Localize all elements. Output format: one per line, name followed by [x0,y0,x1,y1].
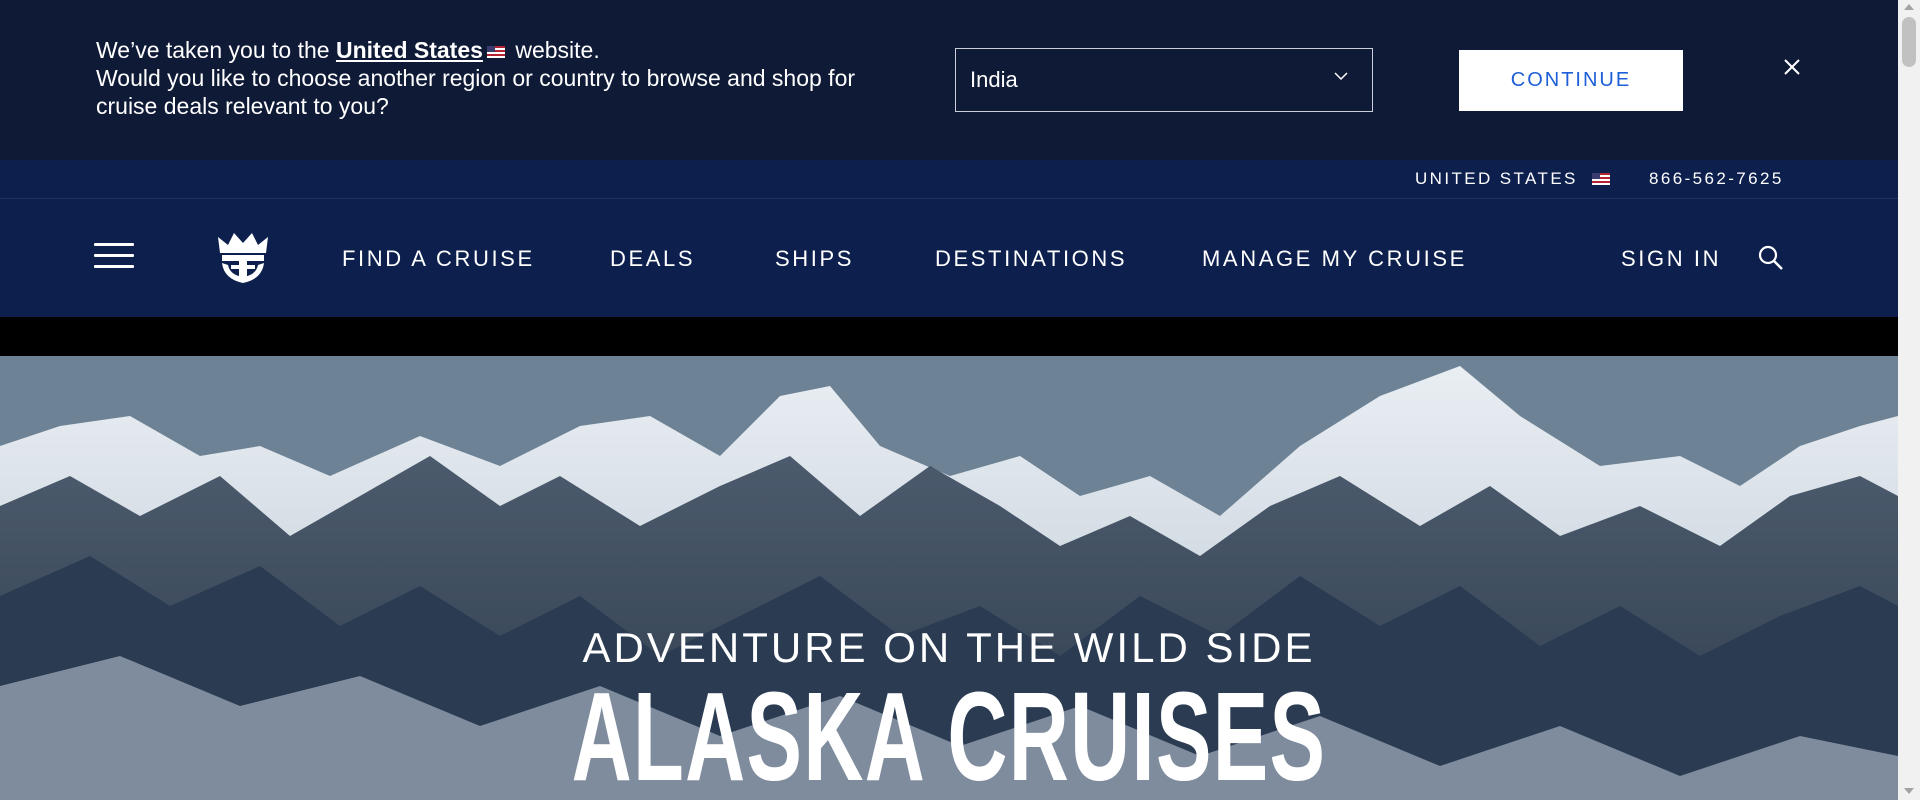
scroll-up-arrow-icon[interactable] [1904,4,1914,10]
nav-deals[interactable]: DEALS [610,246,695,272]
hero-subtitle: ADVENTURE ON THE WILD SIDE [582,624,1316,671]
nav-manage-my-cruise[interactable]: MANAGE MY CRUISE [1202,246,1467,272]
search-icon[interactable] [1758,245,1784,271]
close-icon[interactable] [1782,57,1802,77]
region-message-line2: Would you like to choose another region … [96,65,856,119]
hero-top-strip [0,317,1898,356]
nav-ships[interactable]: SHIPS [775,246,854,272]
region-message-line1: We’ve taken you to the United States web… [96,36,916,64]
nav-find-a-cruise[interactable]: FIND A CRUISE [342,246,535,272]
united-states-link[interactable]: United States [336,37,483,63]
region-banner: We’ve taken you to the United States web… [0,0,1898,160]
hamburger-menu-icon[interactable] [94,241,134,271]
scrollbar[interactable] [1898,0,1920,800]
region-message-suffix: website. [515,37,600,63]
scroll-down-arrow-icon[interactable] [1904,788,1914,794]
hero-banner: ADVENTURE ON THE WILD SIDE ALASKA CRUISE… [0,356,1898,800]
us-flag-icon [1591,173,1610,185]
utility-bar: UNITED STATES 866-562-7625 [0,160,1898,199]
region-message-prefix: We’ve taken you to the [96,37,330,63]
phone-number-link[interactable]: 866-562-7625 [1649,169,1784,189]
sign-in-link[interactable]: SIGN IN [1621,246,1721,272]
chevron-down-icon [1334,72,1348,81]
region-message: We’ve taken you to the United States web… [96,36,916,120]
hero-title: ALASKA CRUISES [571,666,1327,800]
scroll-thumb[interactable] [1902,17,1916,67]
crown-anchor-logo-icon[interactable] [216,229,270,285]
main-nav: FIND A CRUISE DEALS SHIPS DESTINATIONS M… [0,199,1898,317]
country-switcher[interactable]: UNITED STATES [1415,169,1614,189]
country-select[interactable]: India [955,48,1373,112]
continue-button[interactable]: CONTINUE [1459,50,1683,111]
selected-country: India [970,67,1018,92]
country-label: UNITED STATES [1415,169,1578,188]
us-flag-icon [486,45,505,58]
nav-destinations[interactable]: DESTINATIONS [935,246,1127,272]
